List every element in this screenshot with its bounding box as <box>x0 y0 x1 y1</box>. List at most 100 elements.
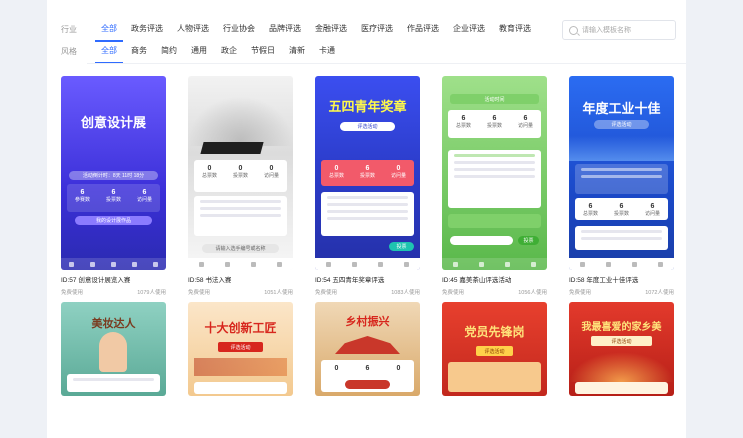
template-card[interactable]: 乡村振兴 0 6 0 <box>315 302 420 396</box>
usage-count: 1056人使用 <box>518 290 547 296</box>
industry-option[interactable]: 企业评选 <box>453 18 485 40</box>
free-label: 免费使用 <box>188 290 211 296</box>
thumb-banner: 年度工业十佳 <box>582 100 661 116</box>
free-label: 免费使用 <box>315 290 338 296</box>
usage-count: 1083人使用 <box>391 290 420 296</box>
template-thumbnail[interactable]: 活动时间 6 总票数 6 投票数 6 访问量 投票 <box>442 76 547 270</box>
thumb-landscape-art <box>569 352 674 382</box>
template-thumbnail[interactable]: 五四青年奖章 评选活动 0 总票数 6 投票数 0 访问量 投票 <box>315 76 420 270</box>
thumb-stat: 0 <box>396 365 401 372</box>
thumb-stat: 6 投票数 <box>486 115 502 129</box>
thumb-stat: 0 访问量 <box>390 165 406 179</box>
thumb-input <box>450 236 513 245</box>
style-filter: 风格 全部 商务 简约 通用 政企 节假日 清新 卡通 <box>47 40 349 64</box>
template-title: ID:57 创意设计展览入赛 <box>61 277 131 284</box>
style-filter-label: 风格 <box>61 46 77 56</box>
thumb-info-card <box>321 192 414 236</box>
thumb-stats-card <box>448 362 541 392</box>
industry-option[interactable]: 政务评选 <box>131 18 163 40</box>
thumb-bridge-art <box>194 358 287 376</box>
thumb-stat: 6 总票数 <box>455 115 471 129</box>
thumb-stat: 0 总票数 <box>201 165 217 179</box>
template-card[interactable]: 年度工业十佳 评选活动 6 总票数 6 投票数 6 访问量 ID:58 年度工业… <box>569 76 674 296</box>
template-title: ID:45 嘉美茶山评选活动 <box>442 277 512 284</box>
style-option[interactable]: 通用 <box>191 40 207 62</box>
thumb-subtitle: 评选活动 <box>594 120 649 129</box>
template-thumbnail[interactable]: 年度工业十佳 评选活动 6 总票数 6 投票数 6 访问量 <box>569 76 674 270</box>
thumb-info-card <box>194 196 287 236</box>
template-panel: 行业 全部 政务评选 人物评选 行业协会 品牌评选 金融评选 医疗评选 作品评选… <box>47 12 686 438</box>
thumb-button: 请输入选手编号或名称 <box>202 244 279 253</box>
template-card[interactable]: 活动时间 6总票数 6投票数 6访问量 投票 ID:45 嘉美茶山评选活动 <box>442 76 547 296</box>
thumb-banner: 党员先锋岗 <box>464 324 525 339</box>
thumb-gate-art <box>335 336 400 354</box>
style-option[interactable]: 清新 <box>289 40 305 62</box>
template-card[interactable]: 党员先锋岗 评选活动 <box>442 302 547 396</box>
style-option[interactable]: 商务 <box>131 40 147 62</box>
filter-divider <box>87 63 686 64</box>
template-card[interactable]: 五四青年奖章 评选活动 0 总票数 6 投票数 0 访问量 投票 ID:54 五四青年… <box>315 76 420 296</box>
thumb-stats-card: 0 总票数 0 投票数 0 访问量 <box>194 160 287 192</box>
template-thumbnail[interactable]: 0 总票数 0 投票数 0 访问量 请输入选手编号或名称 <box>188 76 293 270</box>
industry-option[interactable]: 品牌评选 <box>269 18 301 40</box>
template-meta: 免费使用 1051人使用 <box>188 288 293 296</box>
template-thumbnail[interactable]: 乡村振兴 0 6 0 <box>315 302 420 396</box>
thumb-info-card <box>575 164 668 194</box>
usage-count: 1079人使用 <box>137 290 166 296</box>
industry-option[interactable]: 行业协会 <box>223 18 255 40</box>
template-card[interactable]: 十大创新工匠 评选活动 <box>188 302 293 396</box>
thumb-stats-card <box>194 382 287 394</box>
style-option[interactable]: 节假日 <box>251 40 275 62</box>
style-option[interactable]: 卡通 <box>319 40 335 62</box>
thumb-nav-bar <box>315 258 420 270</box>
template-card[interactable]: 我最喜爱的家乡美 评选活动 <box>569 302 674 396</box>
template-thumbnail[interactable]: 党员先锋岗 评选活动 <box>442 302 547 396</box>
search-placeholder: 请输入模板名称 <box>582 27 631 34</box>
template-thumbnail[interactable]: 十大创新工匠 评选活动 <box>188 302 293 396</box>
thumb-banner: 五四青年奖章 <box>328 98 407 114</box>
template-title: ID:58 年度工业十佳评选 <box>569 277 639 284</box>
thumb-subtitle: 活动倒计时：8天 11时 18分 <box>69 171 158 180</box>
thumb-stat: 6 总票数 <box>582 203 598 217</box>
thumb-stat: 6 参赛数 <box>74 189 90 203</box>
industry-option[interactable]: 金融评选 <box>315 18 347 40</box>
industry-option[interactable]: 医疗评选 <box>361 18 393 40</box>
industry-option[interactable]: 人物评选 <box>177 18 209 40</box>
template-thumbnail[interactable]: 创意设计展 活动倒计时：8天 11时 18分 6 参赛数 6 投票数 6 访问量 我的… <box>61 76 166 270</box>
thumb-city-art <box>569 136 674 161</box>
template-meta: 免费使用 1056人使用 <box>442 288 547 296</box>
template-meta: 免费使用 1072人使用 <box>569 288 674 296</box>
thumb-nav-bar <box>569 258 674 270</box>
free-label: 免费使用 <box>442 290 465 296</box>
thumb-nav-bar <box>188 258 293 270</box>
thumb-nav-bar <box>442 258 547 270</box>
template-title: ID:58 书法入赛 <box>188 277 232 284</box>
thumb-stat: 6 投票数 <box>359 165 375 179</box>
template-card[interactable]: 创意设计展 活动倒计时：8天 11时 18分 6 参赛数 6 投票数 6 访问量 我的… <box>61 76 166 296</box>
thumb-stats-card: 0 6 0 <box>321 360 414 392</box>
free-label: 免费使用 <box>569 290 592 296</box>
thumb-subtitle: 评选活动 <box>340 122 395 131</box>
template-meta: 免费使用 1079人使用 <box>61 288 166 296</box>
thumb-nav-bar <box>61 258 166 270</box>
industry-option[interactable]: 教育评选 <box>499 18 531 40</box>
thumb-stat: 6 访问量 <box>517 115 533 129</box>
style-option[interactable]: 政企 <box>221 40 237 62</box>
industry-option-all[interactable]: 全部 <box>95 18 123 42</box>
thumb-button: 我的设计展作品 <box>75 216 152 225</box>
thumb-rank-card <box>448 214 541 228</box>
thumb-figure-art <box>99 332 127 372</box>
template-meta: 免费使用 1083人使用 <box>315 288 420 296</box>
template-thumbnail[interactable]: 我最喜爱的家乡美 评选活动 <box>569 302 674 396</box>
industry-filter: 行业 全部 政务评选 人物评选 行业协会 品牌评选 金融评选 医疗评选 作品评选… <box>47 18 545 42</box>
style-option[interactable]: 简约 <box>161 40 177 62</box>
style-option-all[interactable]: 全部 <box>95 40 123 64</box>
industry-option[interactable]: 作品评选 <box>407 18 439 40</box>
template-search-input[interactable]: 请输入模板名称 <box>562 20 676 40</box>
template-card[interactable]: 美妆达人 <box>61 302 166 396</box>
top-strip <box>47 0 686 12</box>
thumb-stat: 6 访问量 <box>644 203 660 217</box>
thumb-stats-card: 6 总票数 6 投票数 6 访问量 <box>575 198 668 220</box>
template-thumbnail[interactable]: 美妆达人 <box>61 302 166 396</box>
template-card[interactable]: 0 总票数 0 投票数 0 访问量 请输入选手编号或名称 ID:58 书法入赛 免费使… <box>188 76 293 296</box>
